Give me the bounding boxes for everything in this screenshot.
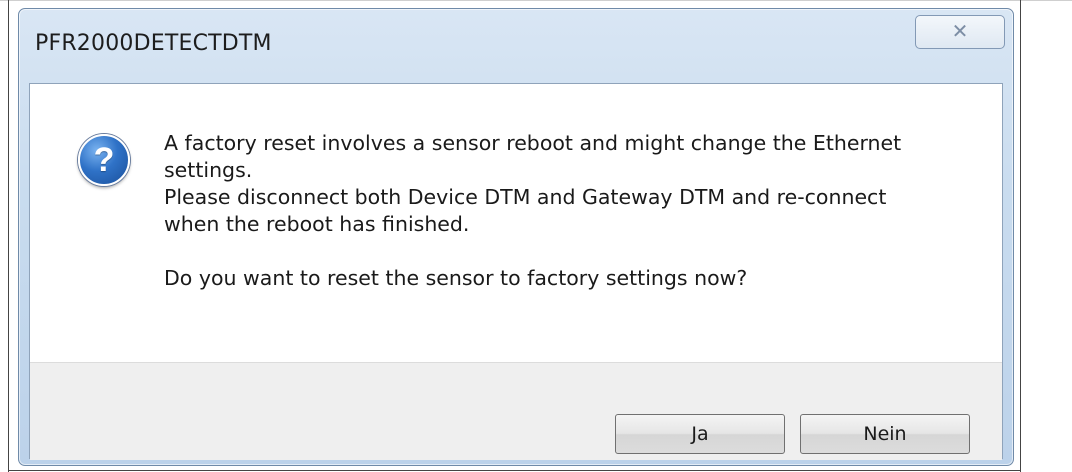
question-icon-glyph: ?: [93, 141, 115, 179]
message-line: when the reboot has finished.: [164, 212, 470, 236]
close-icon: ✕: [951, 19, 969, 43]
close-button[interactable]: ✕: [915, 15, 1005, 49]
no-button[interactable]: Nein: [800, 414, 970, 454]
message-line: settings.: [164, 158, 253, 182]
message-area: ? A factory reset involves a sensor rebo…: [30, 84, 1002, 362]
question-text: Do you want to reset the sensor to facto…: [164, 266, 748, 290]
dialog-content: ? A factory reset involves a sensor rebo…: [29, 83, 1003, 460]
question-icon: ?: [78, 134, 130, 186]
document-frame-bottom: [8, 470, 1021, 471]
message-text: A factory reset involves a sensor reboot…: [164, 130, 964, 292]
message-line: Please disconnect both Device DTM and Ga…: [164, 185, 887, 209]
message-line: A factory reset involves a sensor reboot…: [164, 131, 902, 155]
yes-button[interactable]: Ja: [615, 414, 785, 454]
button-row: Ja Nein: [30, 362, 1002, 460]
window-title: PFR2000DETECTDTM: [35, 31, 272, 56]
document-frame-right: [1020, 0, 1021, 472]
message-dialog: PFR2000DETECTDTM ✕ ? A factory reset inv…: [18, 8, 1014, 466]
title-bar[interactable]: PFR2000DETECTDTM ✕: [19, 9, 1013, 83]
document-frame-top: [0, 0, 1072, 1]
document-frame-left: [8, 0, 9, 472]
